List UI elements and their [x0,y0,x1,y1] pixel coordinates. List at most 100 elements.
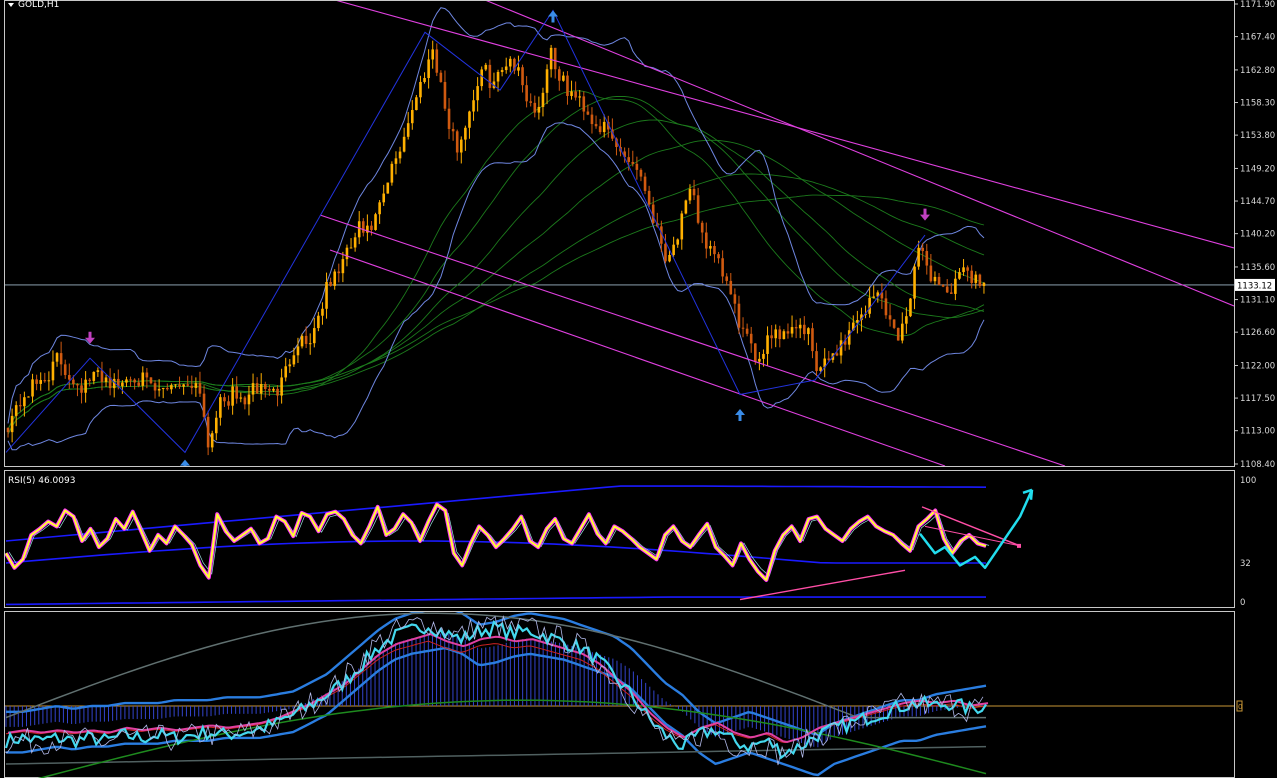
price-tick-label: 1122.00 [1240,361,1275,371]
candle-body [811,328,814,352]
price-plot [5,1,1234,466]
candle-body [255,383,259,394]
candle-body [766,335,769,354]
candle-body [598,126,602,133]
candle-body [178,384,181,387]
candle-body [145,372,149,378]
price-tick-label: 1167.40 [1240,33,1275,43]
oscillator-trend-curve [37,699,987,778]
candle-body [235,386,239,399]
candle-body [206,416,210,448]
candle-body [35,379,38,384]
price-tick-label: 1117.50 [1240,394,1275,404]
candle-body [419,81,422,98]
candle-body [59,353,63,365]
candle-body [488,64,492,88]
candle-body [749,333,753,344]
candle-body [378,202,381,215]
price-tick-label: 1162.80 [1240,66,1275,76]
price-tick-label: 1108.40 [1240,460,1275,470]
candle-body [80,385,83,393]
candle-body [170,385,173,390]
candle-body [31,379,34,397]
candle-body [704,232,708,249]
ma-ribbon-line [7,173,985,435]
candle-body [966,267,969,271]
candle-body [51,361,55,381]
candle-body [835,353,839,356]
candle-body [631,161,635,164]
candle-body [872,296,876,298]
candle-body [259,384,263,394]
candle-body [549,47,553,70]
candle-body [427,59,430,79]
candle-body [917,247,920,267]
candle-body [317,315,320,329]
candle-body [88,379,92,381]
candle-body [251,383,255,395]
candle-body [447,108,451,129]
candle-body [770,335,773,339]
candle-body [321,308,324,316]
candle-body [243,397,247,405]
candle-body [345,247,349,260]
price-tick-label: 1158.30 [1240,99,1275,109]
candle-body [464,127,467,140]
candle-body [590,114,594,125]
candle-body [374,214,377,230]
candle-body [312,328,316,344]
candle-body [676,239,680,245]
price-tick-label: 1135.60 [1240,263,1275,273]
candle-body [496,71,500,82]
candle-body [63,364,67,376]
candle-body [802,324,806,335]
candle-body [296,346,300,356]
candle-body [104,377,108,382]
candle-body [639,169,643,177]
candle-body [268,388,271,391]
candle-body [553,47,557,70]
candle-body [570,91,573,96]
trading-chart: 1171.90 1167.40 1162.80 1158.30 1153.80 1149.… [4,0,1275,778]
candle-body [6,427,10,433]
candle-body [668,254,671,262]
candle-body [721,258,724,277]
candle-body [484,64,488,70]
candle-body [541,92,545,107]
candle-body [394,158,398,164]
candle-body [353,237,357,248]
candle-body [39,380,43,384]
candle-body [96,370,100,372]
trendline-anchor [1017,543,1021,548]
candle-body [325,281,328,309]
arrow-up-icon [735,408,745,421]
candle-body [157,388,161,391]
candle-body [341,259,345,274]
oscillator-plot [5,612,1234,778]
candle-body [10,415,14,433]
symbol-dropdown-icon[interactable] [8,3,14,7]
candle-body [913,266,916,299]
arrow-up-icon [180,459,190,466]
candle-body [129,379,132,381]
candle-body [982,282,986,286]
candle-body [186,384,190,386]
oscillator-axis-label: 0 [1238,703,1242,711]
candle-body [582,96,586,112]
candle-body [794,327,798,329]
candle-body [459,139,463,153]
candle-body [198,383,202,394]
arrow-down-icon [85,331,95,344]
candle-body [517,67,520,71]
candle-body [888,315,892,320]
rsi-support-trendline [739,569,906,601]
candle-body [692,188,696,196]
candle-body [896,327,900,341]
candle-body [909,298,912,317]
candle-body [284,366,288,378]
oscillator-upper-line [6,612,987,736]
candle-body [741,327,745,329]
candle-body [472,100,475,112]
candle-body [819,367,822,371]
candle-body [578,96,582,98]
